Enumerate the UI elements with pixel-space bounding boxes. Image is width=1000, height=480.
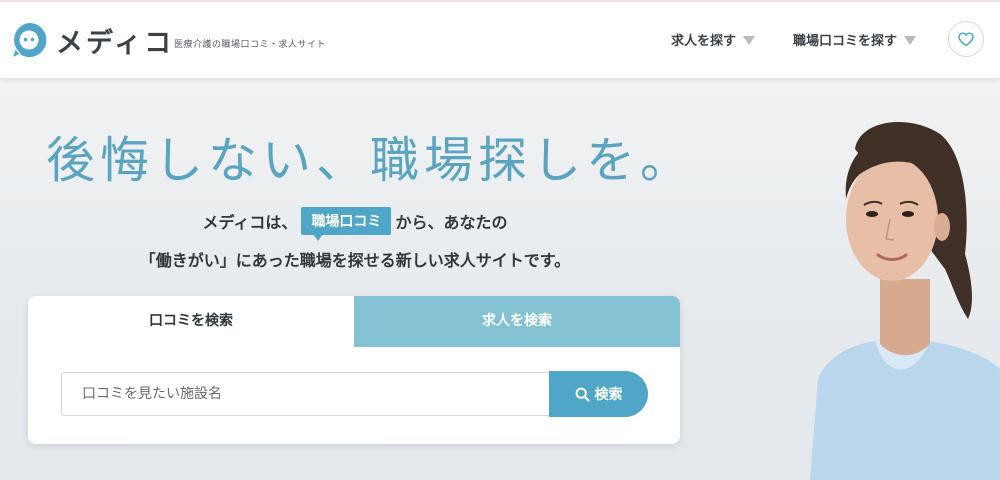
intro-text-pre: メディコは、 bbox=[202, 213, 298, 232]
search-icon bbox=[575, 387, 590, 402]
triangle-down-icon bbox=[743, 36, 756, 45]
hero-intro-line2: 「働きがい」にあった職場を探せる新しい求人サイトです。 bbox=[139, 251, 571, 270]
site-header: メディコ 医療介護の職場口コミ・求人サイト 求人を探す 職場口コミを探す bbox=[0, 0, 1000, 79]
intro-text-post: から、あなたの bbox=[395, 213, 508, 232]
brand-tagline: 医療介護の職場口コミ・求人サイト bbox=[174, 40, 327, 50]
brand-name: メディコ bbox=[56, 27, 175, 59]
favorites-button[interactable] bbox=[948, 21, 984, 57]
tab-search-reviews[interactable]: 口コミを検索 bbox=[28, 296, 354, 347]
search-card: 口コミを検索 求人を検索 検索 bbox=[28, 296, 680, 444]
logo[interactable]: メディコ bbox=[10, 20, 174, 60]
nav-find-reviews[interactable]: 職場口コミを探す bbox=[793, 30, 917, 49]
search-button-label: 検索 bbox=[594, 387, 623, 403]
hero-headline: 後悔しない、職場探しを。 bbox=[46, 132, 695, 189]
nurse-photo bbox=[810, 122, 1000, 480]
facility-search-input[interactable] bbox=[61, 372, 549, 416]
review-badge: 職場口コミ bbox=[301, 207, 392, 241]
nav-find-reviews-label: 職場口コミを探す bbox=[793, 34, 898, 49]
search-button[interactable]: 検索 bbox=[549, 371, 648, 417]
triangle-down-icon bbox=[904, 36, 917, 45]
heart-icon bbox=[958, 31, 974, 46]
nav-find-jobs-label: 求人を探す bbox=[671, 34, 737, 49]
hero-intro-line1: メディコは、 職場口コミ から、あなたの bbox=[0, 207, 710, 241]
hero-section: 後悔しない、職場探しを。 メディコは、 職場口コミ から、あなたの 「働きがい」にあ… bbox=[0, 79, 1000, 480]
top-accent-strip bbox=[0, 0, 1000, 2]
speech-bubble-logo-icon bbox=[13, 22, 47, 57]
tab-search-jobs[interactable]: 求人を検索 bbox=[354, 296, 680, 347]
nav-find-jobs[interactable]: 求人を探す bbox=[671, 30, 756, 49]
